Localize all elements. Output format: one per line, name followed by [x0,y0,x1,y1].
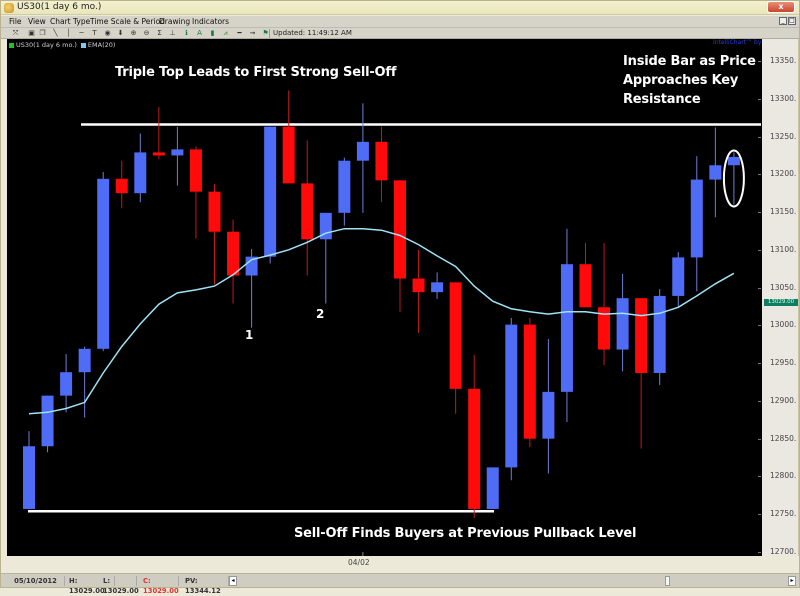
price-axis-label: 13100. [770,244,797,254]
close-button[interactable]: x [767,1,795,13]
menu-indicators[interactable]: Indicators [192,17,229,26]
window-title: US30(1 day 6 mo.) [17,2,102,12]
annotation-triple-top: Triple Top Leads to First Strong Sell-Of… [115,65,397,80]
status-pv: PV: 13344.12 [181,576,229,595]
legend-indicator: EMA(20) [80,41,116,49]
mdi-controls: _ □ [779,17,796,25]
menu-chart-type[interactable]: Chart Type [50,17,90,26]
price-axis-tick [758,476,761,478]
legend-symbol-swatch [9,42,14,48]
app-icon [4,3,14,13]
annotation-inside-bar-line-3: Resistance [623,92,701,107]
x-axis-label: 04/02 [348,558,370,567]
price-axis-label: 12950. [770,358,797,368]
menu-view[interactable]: View [28,17,46,26]
zoom-in-icon[interactable]: ⊕ [129,29,138,38]
price-axis-label: 13050. [770,282,797,292]
annotation-sell-off: Sell-Off Finds Buyers at Previous Pullba… [294,526,637,541]
price-axis-label: 13350. [770,56,797,65]
price-axis-tick [758,61,761,62]
zoom-out-icon[interactable]: ⊖ [142,29,151,38]
price-axis-tick [758,98,761,100]
scrollbar-thumb[interactable] [665,576,670,586]
price-axis-tick [758,552,761,553]
annotation-inside-bar: Inside Bar as Price Approaches Key Resis… [623,52,756,109]
price-axis-tick [758,136,761,138]
font-icon[interactable]: A [195,29,204,38]
price-axis-tick [758,212,761,214]
legend-symbol-label: US30(1 day 6 mo.) [16,41,77,49]
price-axis-label: 13250. [770,131,797,141]
trendline-icon[interactable]: ╲ [51,29,60,38]
price-axis-label: 12900. [770,395,797,405]
price-axis-tick [758,287,761,289]
annotation-label-1: 1 [245,328,254,342]
price-axis-label: 13000. [770,320,797,330]
price-axis-label: 13300. [770,93,797,103]
price-axis-label: 12750. [770,509,797,519]
text-icon[interactable]: T [90,29,99,38]
bar-chart-icon[interactable]: ▮ [208,29,217,38]
status-bar: 05/10/2012 H: 13029.00 L: 13029.00 C: 13… [1,573,799,595]
price-axis-tick [758,438,761,440]
title-bar: US30(1 day 6 mo.) x [1,1,799,15]
updated-time: Updated: 11:49:12 AM [273,29,352,37]
price-axis-tick [758,363,761,365]
vertical-line-icon[interactable]: │ [64,29,73,38]
anchor-icon[interactable]: ⊥ [168,29,177,38]
legend-indicator-label: EMA(20) [87,41,116,49]
line-left-icon[interactable]: ━ [235,29,244,38]
current-price-tag: 13029.00 [764,299,798,307]
menu-bar: File View Chart Type Time Scale & Period… [1,16,799,28]
flag-icon[interactable]: ⚑ [261,29,270,38]
print-icon[interactable]: ▣ [27,29,36,38]
status-low: L: 13029.00 [99,576,139,595]
price-axis-label: 12850. [770,433,797,443]
target-icon[interactable]: ◉ [103,29,112,38]
arrow-down-icon[interactable]: ⬇ [116,29,125,38]
menu-time-scale[interactable]: Time Scale & Period [90,17,165,26]
app-window: US30(1 day 6 mo.) x File View Chart Type… [0,0,800,595]
status-close: C: 13029.00 [139,576,179,595]
status-date: 05/10/2012 [7,576,65,586]
zoom-fit-icon[interactable]: ⤧ [11,29,20,38]
scroll-left-button[interactable]: ◂ [229,576,237,586]
annotation-inside-bar-line-2: Approaches Key [623,73,739,88]
price-axis-tick [758,514,761,516]
legend-indicator-swatch [80,42,86,48]
info-icon[interactable]: ℹ [182,29,191,38]
price-axis-label: 12800. [770,471,797,481]
annotation-inside-bar-line-1: Inside Bar as Price [623,54,756,69]
annotation-label-2: 2 [316,307,325,321]
price-axis[interactable]: 13350. 13300. 13250. 13200. 13150. 13100. 1305… [758,39,799,556]
price-axis-label: 13150. [770,207,797,217]
price-axis-label: 13200. [770,169,797,179]
menu-drawing[interactable]: Drawing [159,17,190,26]
scroll-right-button[interactable]: ▸ [788,576,796,586]
chart-canvas[interactable] [7,39,762,556]
price-axis-label: 12700. [770,547,797,556]
price-axis-tick [758,249,761,251]
line-chart-icon[interactable]: ⩘ [221,29,230,38]
sigma-icon[interactable]: Σ [155,29,164,38]
price-axis-tick [758,325,761,327]
price-axis-tick [758,400,761,402]
arrow-right-icon[interactable]: ➞ [248,29,257,38]
minimize-button[interactable]: _ [779,17,787,25]
toolbar: Updated: 11:49:12 AM ⤧ ▣ ❐ ╲ │ ─ T ◉ ⬇ ⊕ ⊖ Σ ⊥ ℹ A ▮ ⩘ ━ ➞… [1,28,799,39]
chart-legend: US30(1 day 6 mo.) EMA(20) [9,41,115,49]
horizontal-line-icon[interactable]: ─ [77,29,86,38]
price-axis-tick [758,174,761,176]
legend-symbol: US30(1 day 6 mo.) [9,41,77,49]
menu-file[interactable]: File [9,17,22,26]
restore-button[interactable]: □ [788,17,796,25]
copy-icon[interactable]: ❐ [38,29,47,38]
